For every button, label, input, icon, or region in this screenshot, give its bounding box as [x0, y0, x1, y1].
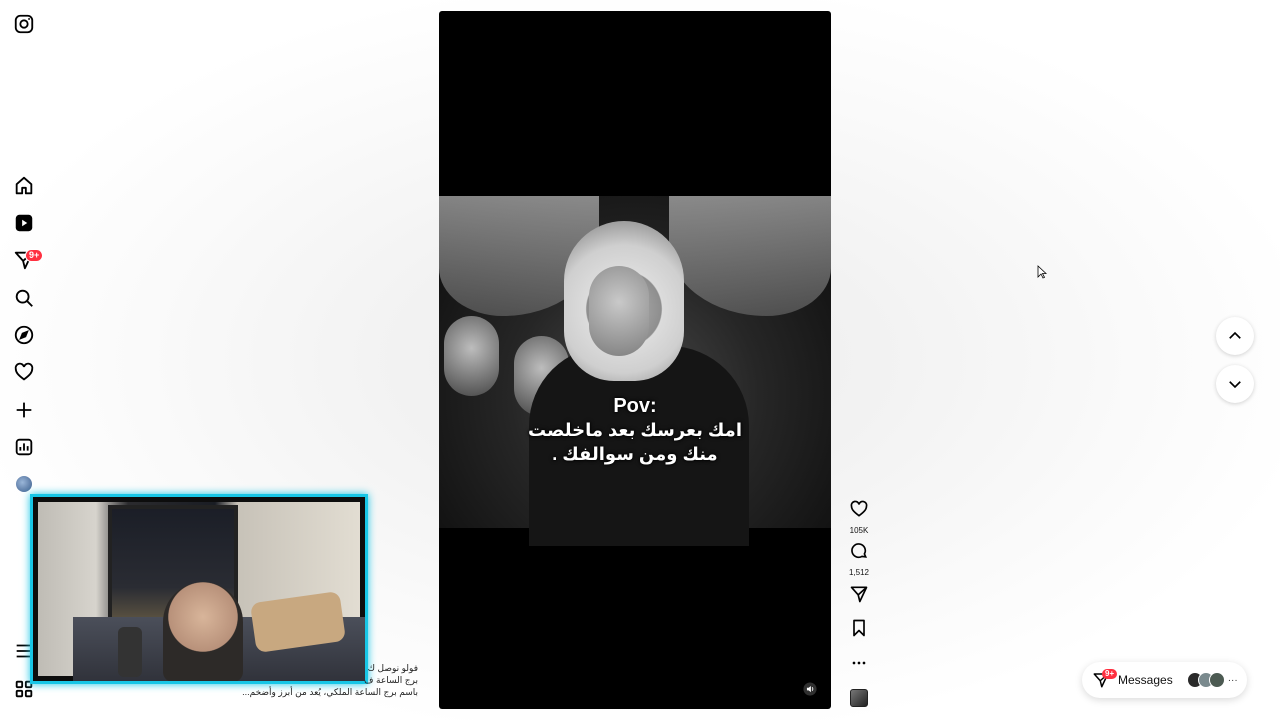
comment-action[interactable]: 1,512: [845, 541, 873, 578]
overlay-line: امك بعرسك بعد ماخلصت: [528, 420, 742, 440]
volume-icon[interactable]: [803, 682, 817, 696]
next-reel-button[interactable]: [1216, 365, 1254, 403]
save-action[interactable]: [845, 618, 873, 643]
like-count: 105K: [849, 526, 869, 535]
chevron-up-icon: [1229, 331, 1241, 339]
video-drape-right: [669, 196, 831, 316]
caption-line: باسم برج الساعة الملكي، يُعد من أبرز وأض…: [242, 687, 418, 697]
message-avatars: ···: [1186, 672, 1238, 688]
overlay-title: Pov:: [613, 395, 657, 417]
messages-button[interactable]: 9+ Messages ···: [1082, 662, 1247, 698]
home-icon[interactable]: [12, 174, 36, 198]
dashboard-icon[interactable]: [12, 435, 36, 459]
instagram-logo-icon[interactable]: [12, 12, 36, 36]
explore-icon[interactable]: [12, 323, 36, 347]
video-frame-image: [439, 196, 831, 546]
avatar: [1208, 672, 1225, 688]
instagram-reels-page: 9+ فولو نوصل ك برج الساعة ف باسم برج الس…: [0, 0, 1280, 720]
webcam-overlay: [30, 494, 368, 684]
caption-line: برج الساعة ف: [364, 675, 418, 685]
reel-caption[interactable]: فولو نوصل ك برج الساعة ف باسم برج الساعة…: [230, 662, 418, 698]
more-dots-icon[interactable]: [849, 653, 869, 673]
more-options-action[interactable]: [845, 653, 873, 678]
previous-reel-button[interactable]: [1216, 317, 1254, 355]
create-plus-icon[interactable]: [12, 398, 36, 422]
reel-video-player[interactable]: Pov: امك بعرسك بعد ماخلصت منك ومن سوالفك…: [439, 11, 831, 709]
messenger-badge: 9+: [25, 249, 44, 262]
mouse-cursor-icon: [1037, 265, 1048, 284]
caption-line: فولو نوصل ك: [367, 663, 418, 673]
profile-avatar[interactable]: [16, 476, 32, 492]
share-icon[interactable]: [849, 584, 869, 604]
notifications-heart-icon[interactable]: [12, 360, 36, 384]
comment-count: 1,512: [848, 568, 870, 577]
video-woman-face: [589, 266, 649, 356]
bookmark-icon[interactable]: [849, 618, 869, 638]
video-bg-person: [444, 316, 499, 396]
like-heart-icon[interactable]: [849, 499, 869, 519]
webcam-microphone: [118, 627, 142, 677]
video-overlay-text: Pov: امك بعرسك بعد ماخلصت منك ومن سوالفك…: [439, 394, 831, 466]
more-dots-icon: ···: [1227, 674, 1238, 686]
like-action[interactable]: 105K: [845, 499, 873, 536]
reels-icon[interactable]: [12, 211, 36, 235]
original-audio-thumbnail[interactable]: [850, 689, 868, 707]
comment-icon[interactable]: [849, 541, 869, 561]
messages-label: Messages: [1118, 673, 1173, 687]
search-icon[interactable]: [12, 286, 36, 310]
chevron-down-icon: [1229, 381, 1241, 389]
share-action[interactable]: [845, 584, 873, 609]
overlay-line: منك ومن سوالفك .: [552, 444, 718, 464]
messages-badge: 9+: [1102, 669, 1118, 679]
